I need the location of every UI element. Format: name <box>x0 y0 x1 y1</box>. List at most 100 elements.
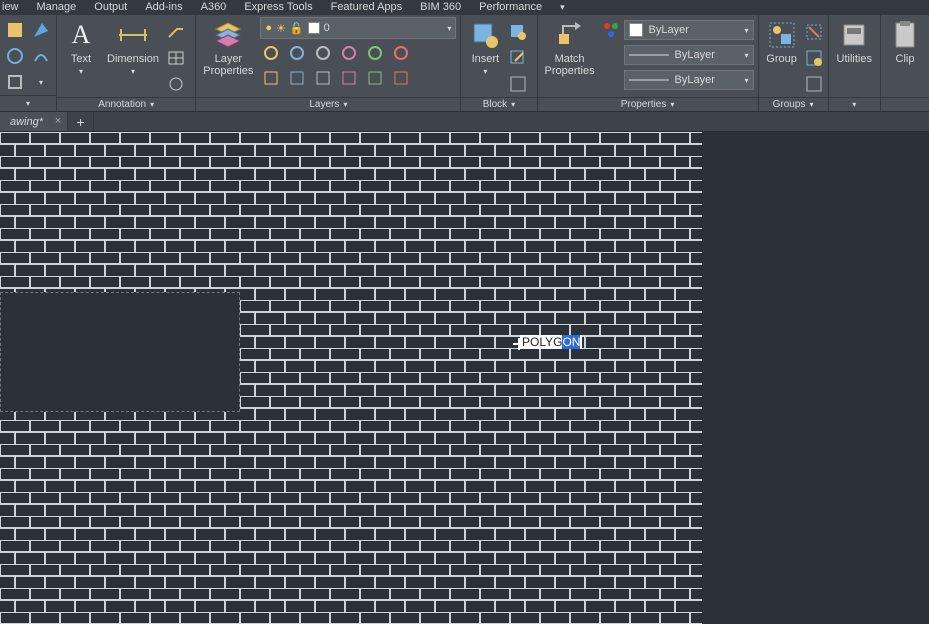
group-icon <box>766 19 798 51</box>
menu-item[interactable]: BIM 360 <box>420 1 461 13</box>
label: Dimension <box>107 53 159 65</box>
panel-layers: Layer Properties ● ☀ 🔓 0 ▾ <box>195 15 460 111</box>
create-block-icon[interactable] <box>507 21 529 43</box>
clipboard-button[interactable]: Clip <box>885 17 925 97</box>
layer-tool-icon[interactable] <box>260 67 282 89</box>
color-swatch <box>308 22 320 34</box>
sun-icon: ☀ <box>276 22 286 35</box>
panel-clipboard: Clip <box>880 15 929 111</box>
plus-icon: + <box>76 114 84 130</box>
document-tab[interactable]: awing* × <box>0 112 68 131</box>
label: Insert <box>472 53 500 65</box>
tool-icon[interactable] <box>30 19 52 41</box>
layer-dropdown[interactable]: ● ☀ 🔓 0 ▾ <box>260 17 456 39</box>
tool-icon[interactable] <box>4 19 26 41</box>
command-typed-text: POLYG <box>522 335 562 349</box>
linetype-dropdown[interactable]: ByLayer ▾ <box>624 70 754 90</box>
utilities-button[interactable]: Utilities <box>833 17 876 97</box>
layer-tool-icon[interactable] <box>260 42 282 64</box>
label: Match Properties <box>544 53 594 77</box>
panel-partial: ▾ ▾ <box>0 15 56 111</box>
lightbulb-icon: ● <box>265 22 272 34</box>
color-value: ByLayer <box>649 24 689 36</box>
tool-icon[interactable] <box>4 45 26 67</box>
chevron-down-icon: ▾ <box>745 76 749 85</box>
close-icon[interactable]: × <box>55 115 61 127</box>
menu-item[interactable]: Performance <box>479 1 542 13</box>
menu-item[interactable]: iew <box>2 1 19 13</box>
menu-item[interactable]: Add-ins <box>145 1 182 13</box>
edit-attributes-icon[interactable] <box>507 73 529 95</box>
layer-tool-icon[interactable] <box>312 67 334 89</box>
menu-item[interactable]: Output <box>94 1 127 13</box>
edit-block-icon[interactable] <box>507 47 529 69</box>
menu-bar: iew Manage Output Add-ins A360 Express T… <box>0 0 929 14</box>
text-button[interactable]: A Text ▾ <box>61 17 101 97</box>
hatch-area <box>0 132 702 624</box>
layer-tool-icon[interactable] <box>364 67 386 89</box>
menu-item[interactable]: A360 <box>201 1 227 13</box>
layer-properties-button[interactable]: Layer Properties <box>200 17 256 97</box>
menu-item[interactable]: Featured Apps <box>331 1 403 13</box>
panel-annotation: A Text ▾ Dimension ▾ Annotation▾ <box>56 15 195 111</box>
layer-tool-icon[interactable] <box>390 42 412 64</box>
panel-title[interactable]: Properties▾ <box>538 97 758 111</box>
dimension-button[interactable]: Dimension ▾ <box>103 17 163 97</box>
panel-title[interactable]: Groups▾ <box>759 97 828 111</box>
dropdown-arrow-icon: ▾ <box>79 67 83 76</box>
panel-title[interactable] <box>881 97 929 111</box>
clipboard-icon <box>889 19 921 51</box>
panel-title[interactable]: Annotation▾ <box>57 97 195 111</box>
new-tab-button[interactable]: + <box>68 112 94 131</box>
layer-tool-icon[interactable] <box>338 67 360 89</box>
color-control-icon[interactable] <box>600 19 622 41</box>
dimension-icon <box>117 19 149 51</box>
panel-block: Insert ▾ Block▾ <box>460 15 536 111</box>
ungroup-icon[interactable] <box>803 21 825 43</box>
panel-title-label: Block <box>483 99 507 110</box>
dropdown-arrow-icon[interactable]: ▾ <box>30 71 52 93</box>
group-bbox-icon[interactable] <box>803 73 825 95</box>
layer-properties-icon <box>212 19 244 51</box>
menu-item[interactable]: Express Tools <box>244 1 312 13</box>
layer-tool-icon[interactable] <box>364 42 386 64</box>
match-properties-icon <box>554 19 586 51</box>
chevron-down-icon: ▾ <box>745 51 749 60</box>
leader-icon[interactable] <box>165 21 187 43</box>
tab-label: awing* <box>10 116 43 128</box>
color-swatch <box>629 23 643 37</box>
menu-item[interactable]: Manage <box>37 1 77 13</box>
lineweight-dropdown[interactable]: ByLayer ▾ <box>624 45 754 65</box>
layer-tool-icon[interactable] <box>286 42 308 64</box>
utilities-icon <box>838 19 870 51</box>
color-dropdown[interactable]: ByLayer ▾ <box>624 20 754 40</box>
match-properties-button[interactable]: Match Properties <box>542 17 598 97</box>
chevron-down-icon: ▾ <box>745 26 749 35</box>
layer-tool-icon[interactable] <box>312 42 334 64</box>
linetype-preview <box>629 75 669 85</box>
menu-dropdown-icon[interactable]: ▾ <box>560 2 565 13</box>
panel-title-label: Properties <box>621 99 667 110</box>
panel-title[interactable]: Block▾ <box>461 97 536 111</box>
tool-icon[interactable] <box>4 71 26 93</box>
annotation-icon[interactable] <box>165 73 187 95</box>
insert-button[interactable]: Insert ▾ <box>465 17 505 97</box>
group-edit-icon[interactable] <box>803 47 825 69</box>
label: Group <box>766 53 797 65</box>
lineweight-value: ByLayer <box>675 49 715 61</box>
tool-icon[interactable] <box>30 45 52 67</box>
panel-properties: Match Properties ByLayer ▾ ByLayer <box>537 15 758 111</box>
panel-title[interactable]: ▾ <box>829 97 880 111</box>
layer-tool-icon[interactable] <box>390 67 412 89</box>
layer-tool-icon[interactable] <box>338 42 360 64</box>
lock-icon: 🔓 <box>290 22 304 35</box>
drawing-canvas[interactable]: POLYGON <box>0 132 929 624</box>
label: Utilities <box>837 53 872 65</box>
table-icon[interactable] <box>165 47 187 69</box>
layer-tool-icon[interactable] <box>286 67 308 89</box>
panel-title[interactable]: Layers▾ <box>196 97 460 111</box>
label: Layer Properties <box>203 53 253 77</box>
command-input[interactable]: POLYGON <box>520 335 582 349</box>
panel-title[interactable]: ▾ <box>0 95 56 111</box>
group-button[interactable]: Group <box>763 17 801 97</box>
